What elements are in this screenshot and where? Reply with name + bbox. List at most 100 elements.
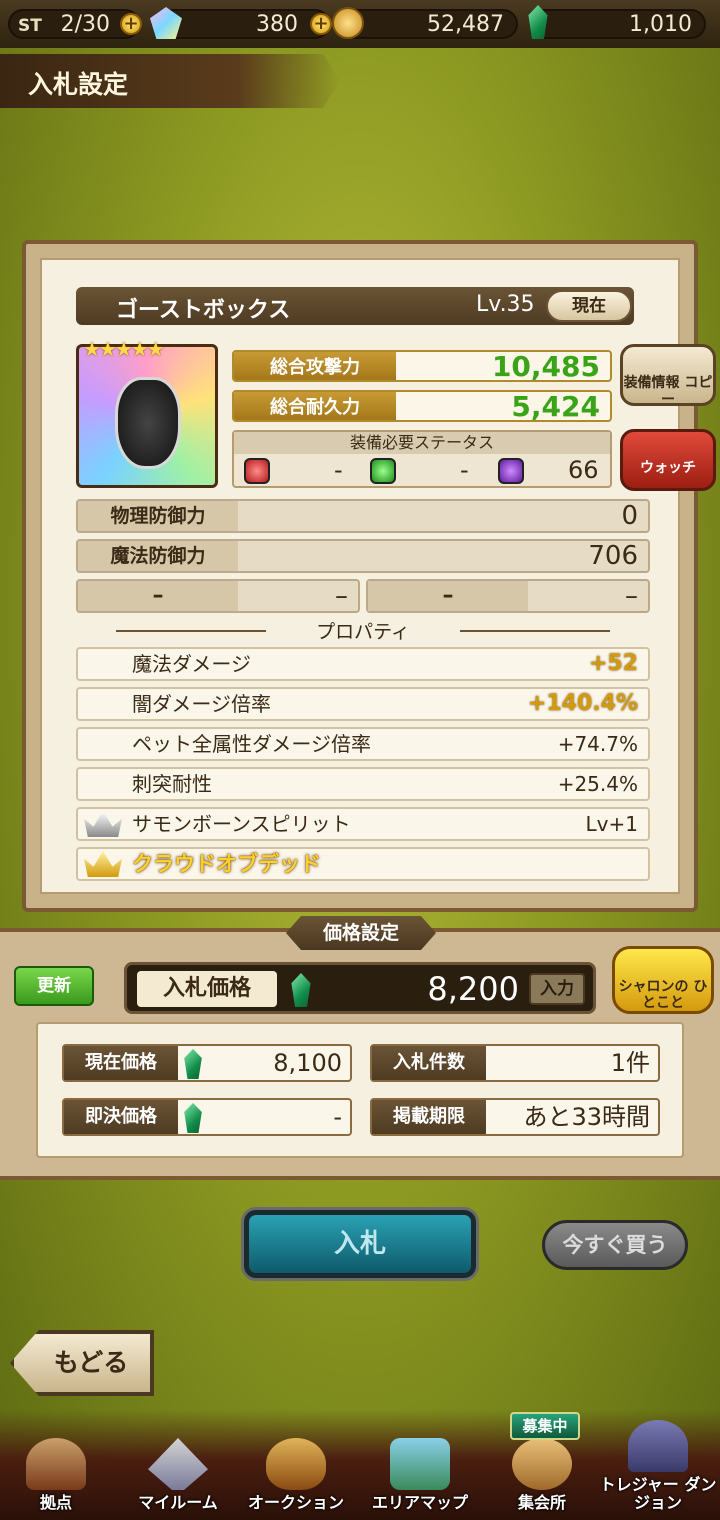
magic-defense-value: 706 bbox=[588, 541, 638, 571]
property-row: ペット全属性ダメージ倍率 +74.7% bbox=[76, 727, 650, 761]
item-level: Lv.35 bbox=[476, 292, 535, 317]
input-button[interactable]: 入力 bbox=[529, 973, 585, 1005]
watch-button[interactable]: ウォッチ bbox=[620, 429, 716, 491]
property-row: クラウドオブデッド bbox=[76, 847, 650, 881]
dexterity-icon bbox=[370, 458, 396, 484]
req-value-1: - bbox=[334, 456, 343, 484]
add-gem-icon[interactable]: + bbox=[310, 13, 332, 35]
physical-defense-value: 0 bbox=[621, 501, 638, 531]
emerald-icon bbox=[184, 1103, 202, 1133]
buyout-price-label: 即決価格 bbox=[64, 1100, 178, 1134]
nav-label: マイルーム bbox=[138, 1493, 218, 1512]
gold-value: 52,487 bbox=[427, 12, 504, 37]
myroom-icon bbox=[148, 1438, 208, 1490]
property-row: 魔法ダメージ +52 bbox=[76, 647, 650, 681]
property-header: プロパティ bbox=[76, 617, 650, 643]
emerald-icon bbox=[291, 973, 311, 1007]
nav-label: 集会所 bbox=[517, 1493, 566, 1512]
status-bar: ST 2/30 + 380 + 52,487 1,010 bbox=[0, 0, 720, 48]
page-title-banner: 入札設定 bbox=[0, 54, 340, 108]
property-label: ペット全属性ダメージ倍率 bbox=[132, 732, 371, 756]
property-value: +74.7% bbox=[557, 732, 638, 756]
property-label: クラウドオブデッド bbox=[132, 852, 321, 876]
recruiting-badge: 募集中 bbox=[510, 1412, 580, 1440]
nav-area-map[interactable]: エリアマップ bbox=[360, 1438, 480, 1512]
auction-icon bbox=[266, 1438, 326, 1490]
required-status-box: 装備必要ステータス - - 66 bbox=[232, 430, 612, 488]
nav-assembly-hall[interactable]: 集会所 bbox=[482, 1438, 602, 1512]
empty-stat-left: – – bbox=[76, 579, 360, 613]
total-attack-label: 総合攻撃力 bbox=[234, 352, 396, 380]
bid-count-label: 入札件数 bbox=[372, 1046, 486, 1080]
property-row: サモンボーンスピリット Lv+1 bbox=[76, 807, 650, 841]
magic-defense-row: 魔法防御力 706 bbox=[76, 539, 650, 573]
property-value: +140.4% bbox=[527, 691, 638, 716]
nav-label: エリアマップ bbox=[371, 1493, 468, 1512]
nav-label: オークション bbox=[247, 1493, 344, 1512]
nav-auction[interactable]: オークション bbox=[236, 1438, 356, 1512]
auction-info-box: 現在価格 8,100 入札件数 1件 即決価格 - 掲載期限 あと33時間 bbox=[36, 1022, 684, 1158]
property-value: Lv+1 bbox=[585, 812, 638, 836]
strength-icon bbox=[244, 458, 270, 484]
rarity-stars: ★★★★★ bbox=[83, 337, 165, 361]
empty-stat-right: – – bbox=[366, 579, 650, 613]
magic-defense-label: 魔法防御力 bbox=[78, 541, 238, 571]
ghost-box-icon bbox=[115, 377, 181, 469]
empty-stat-left-value: – bbox=[335, 581, 348, 611]
buyout-price-value: - bbox=[333, 1103, 342, 1131]
emerald-icon bbox=[528, 5, 548, 39]
property-value: +25.4% bbox=[557, 772, 638, 796]
sharon-comment-button[interactable]: シャロンの ひとこと bbox=[612, 946, 714, 1014]
property-label: 魔法ダメージ bbox=[132, 652, 251, 676]
gold-coin-icon bbox=[332, 7, 364, 39]
bid-price-label: 入札価格 bbox=[137, 971, 277, 1007]
gold-counter: 52,487 bbox=[332, 7, 518, 39]
refresh-button[interactable]: 更新 bbox=[14, 966, 94, 1006]
bid-price-value: 8,200 bbox=[427, 970, 519, 1008]
required-status-header: 装備必要ステータス bbox=[234, 432, 610, 454]
gem-value: 380 bbox=[256, 12, 298, 37]
property-label: 闇ダメージ倍率 bbox=[132, 692, 271, 716]
property-value: +52 bbox=[588, 651, 638, 676]
bid-count-value: 1件 bbox=[610, 1049, 650, 1077]
item-portrait[interactable]: ★★★★★ bbox=[76, 337, 218, 488]
current-price-value: 8,100 bbox=[273, 1049, 342, 1077]
bid-price-field[interactable]: 入札価格 8,200 入力 bbox=[124, 962, 596, 1014]
page-title: 入札設定 bbox=[28, 70, 129, 99]
nav-treasure-dungeon[interactable]: トレジャー ダンジョン bbox=[598, 1420, 718, 1512]
price-settings-title: 価格設定 bbox=[286, 916, 436, 950]
emerald-value: 1,010 bbox=[629, 12, 692, 37]
current-price-label: 現在価格 bbox=[64, 1046, 178, 1080]
magic-icon bbox=[498, 458, 524, 484]
gold-crown-icon bbox=[84, 851, 122, 877]
buyout-price-row: 即決価格 - bbox=[62, 1098, 352, 1136]
deadline-row: 掲載期限 あと33時間 bbox=[370, 1098, 660, 1136]
area-map-icon bbox=[390, 1438, 450, 1490]
assembly-hall-icon bbox=[512, 1438, 572, 1490]
back-button[interactable]: もどる bbox=[10, 1330, 154, 1396]
req-value-3: 66 bbox=[568, 456, 599, 484]
stamina-counter: ST 2/30 + bbox=[8, 9, 142, 39]
deadline-label: 掲載期限 bbox=[372, 1100, 486, 1134]
emerald-counter: 1,010 bbox=[528, 5, 706, 39]
req-value-2: - bbox=[460, 456, 469, 484]
physical-defense-row: 物理防御力 0 bbox=[76, 499, 650, 533]
property-row: 闇ダメージ倍率 +140.4% bbox=[76, 687, 650, 721]
current-price-row: 現在価格 8,100 bbox=[62, 1044, 352, 1082]
nav-base[interactable]: 拠点 bbox=[0, 1438, 112, 1512]
current-button[interactable]: 現在 bbox=[546, 290, 632, 322]
deadline-value: あと33時間 bbox=[523, 1103, 650, 1131]
total-attack-value: 10,485 bbox=[491, 350, 600, 382]
base-icon bbox=[26, 1438, 86, 1490]
property-label: サモンボーンスピリット bbox=[132, 812, 351, 836]
nav-myroom[interactable]: マイルーム bbox=[118, 1438, 238, 1512]
nav-label: トレジャー ダンジョン bbox=[599, 1475, 717, 1512]
total-durability-label: 総合耐久力 bbox=[234, 392, 396, 420]
copy-equipment-button[interactable]: 装備情報 コピー bbox=[620, 344, 716, 408]
item-name: ゴーストボックス bbox=[116, 298, 291, 323]
item-card: ゴーストボックス Lv.35 現在 ★★★★★ 総合攻撃力 10,485 総合耐… bbox=[22, 240, 716, 912]
property-label: 刺突耐性 bbox=[132, 772, 212, 796]
bid-button[interactable]: 入札 bbox=[244, 1210, 476, 1278]
buy-now-button[interactable]: 今すぐ買う bbox=[542, 1220, 688, 1270]
add-stamina-icon[interactable]: + bbox=[120, 13, 142, 35]
